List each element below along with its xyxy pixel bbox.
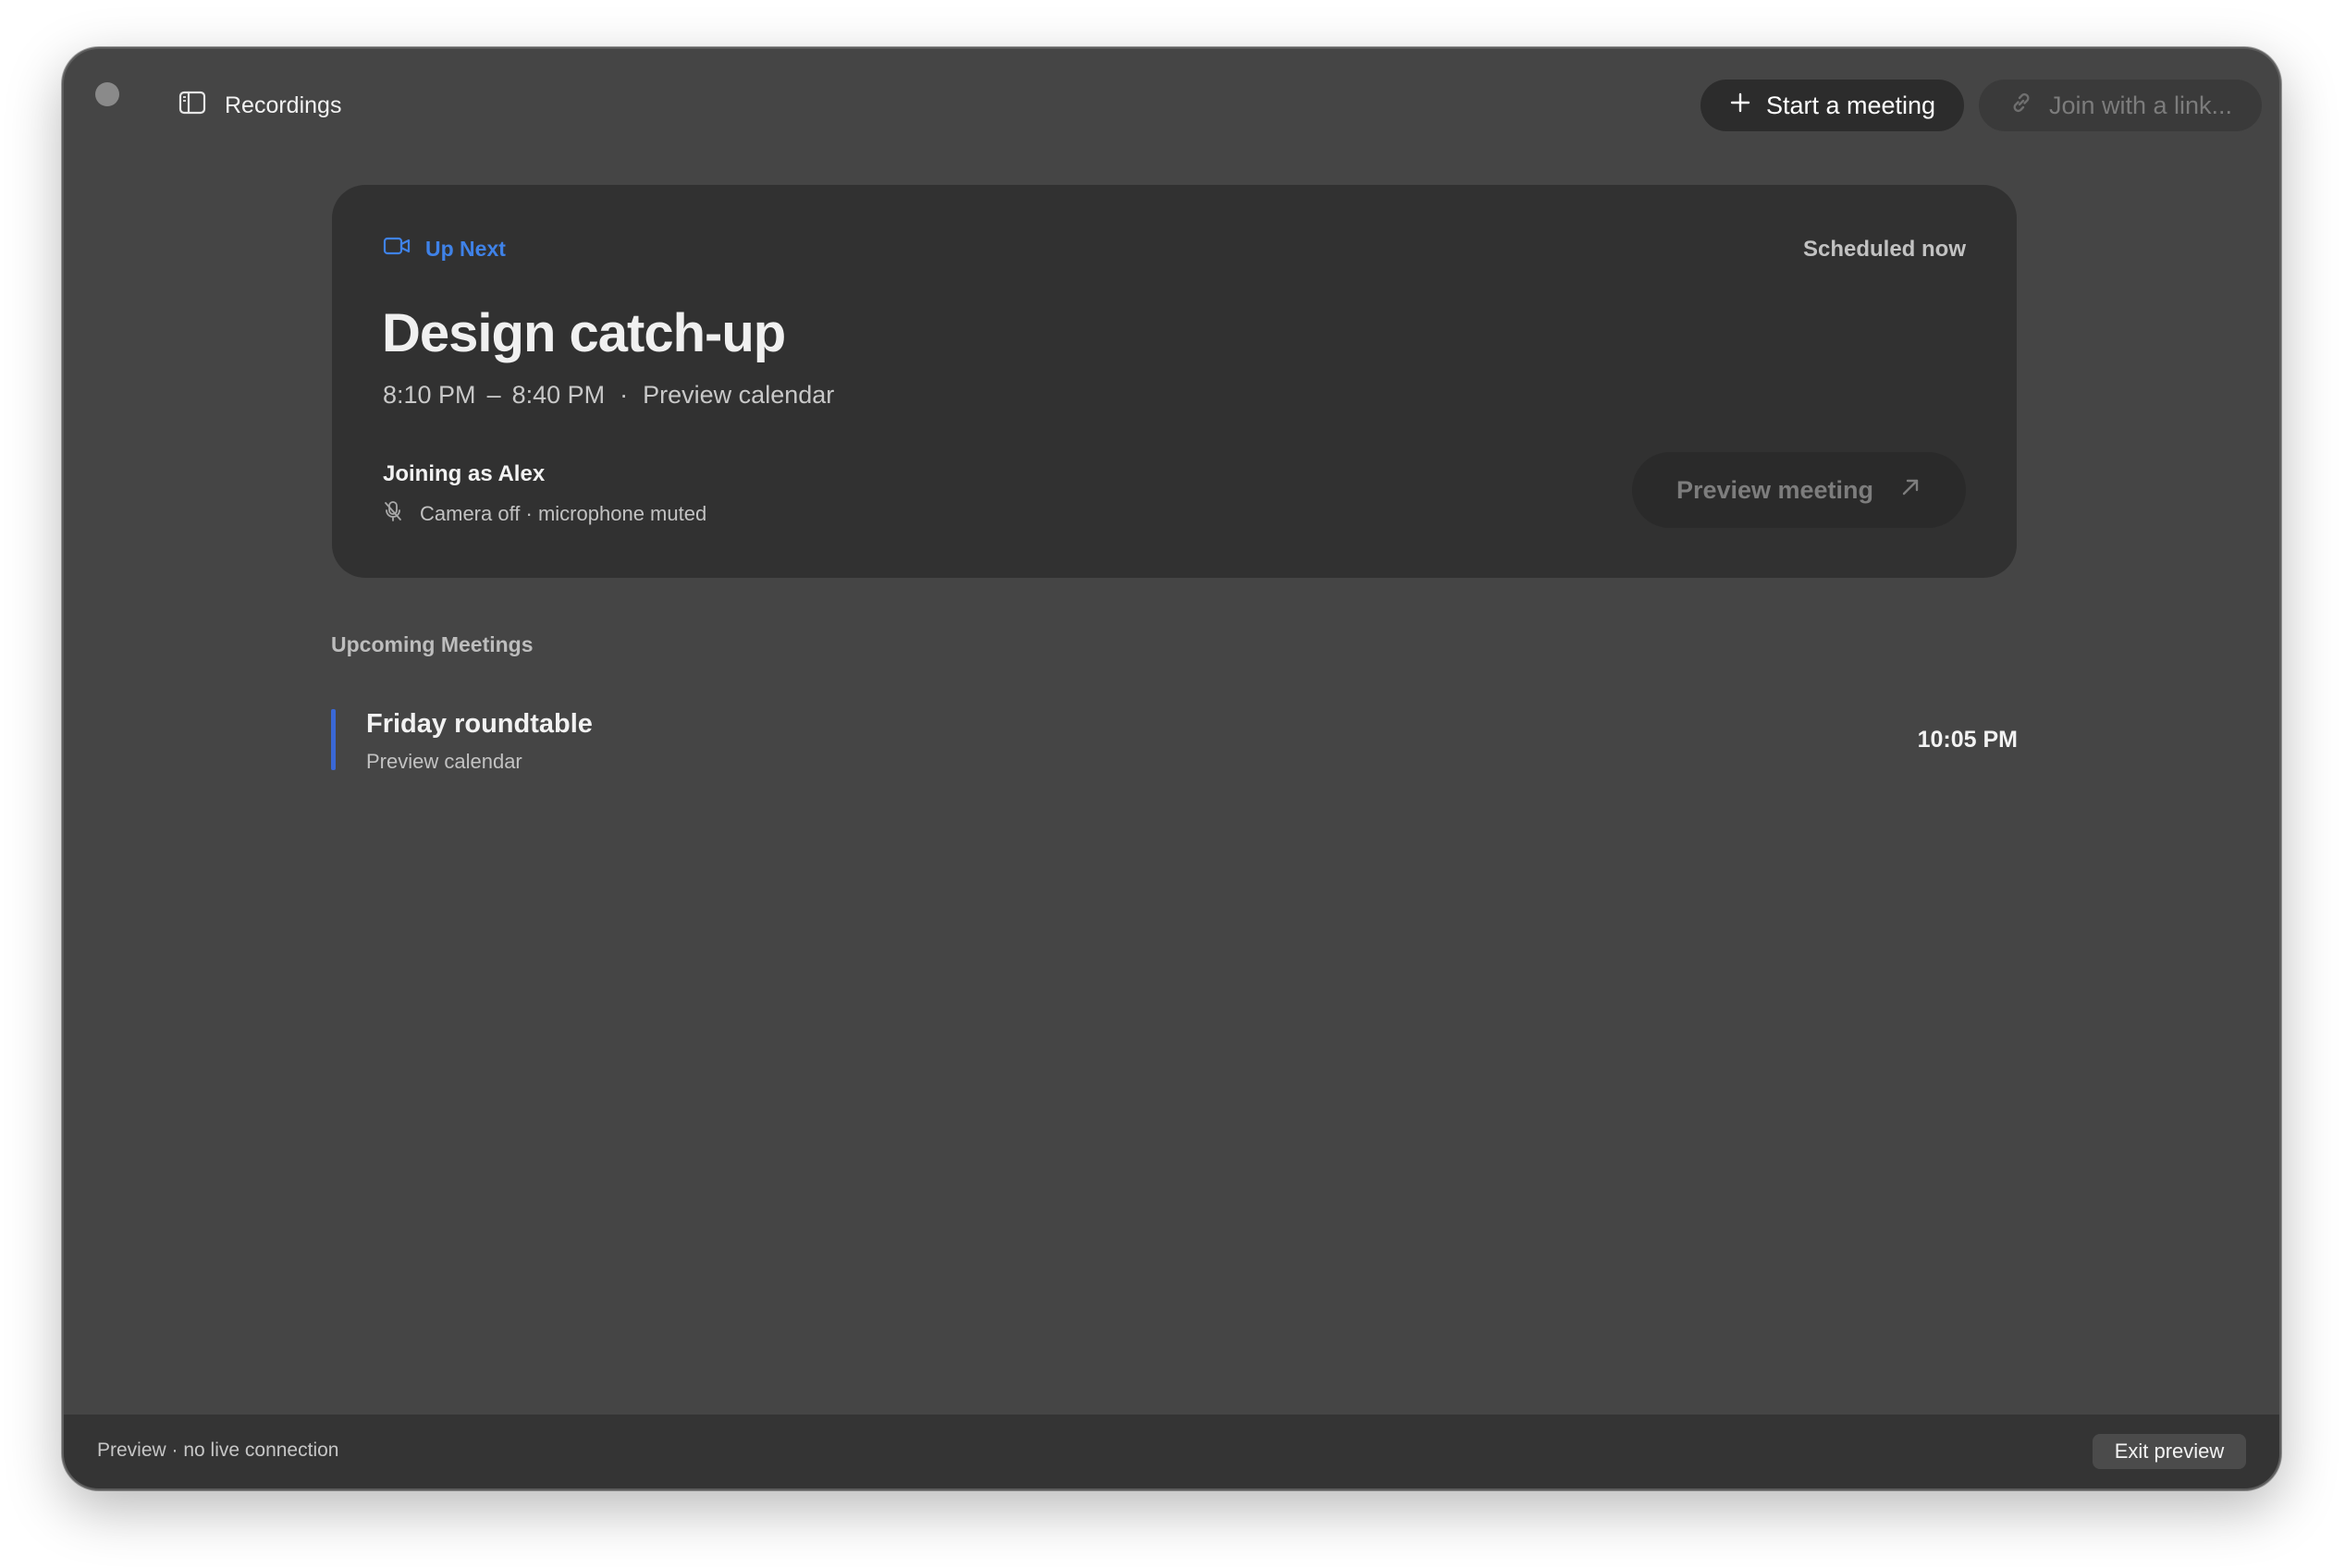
join-with-link-button[interactable]: Join with a link... <box>1979 80 2262 131</box>
meeting-calendar: Preview calendar <box>643 381 835 409</box>
calendar-color-bar <box>331 709 336 770</box>
upcoming-meeting-name: Friday roundtable <box>366 709 593 739</box>
up-next-label: Up Next <box>383 236 506 262</box>
window-close-control[interactable] <box>95 82 119 106</box>
sidebar-icon <box>178 91 206 121</box>
app-window: Recordings Start a meeting Join with a l… <box>62 47 2281 1490</box>
up-next-text: Up Next <box>425 236 506 261</box>
preview-status: Preview · no live connection <box>97 1439 339 1461</box>
scheduled-status: Scheduled now <box>1802 237 1966 262</box>
device-status: Camera off · microphone muted <box>383 500 706 528</box>
preview-meeting-label: Preview meeting <box>1676 475 1874 504</box>
exit-preview-button[interactable]: Exit preview <box>2093 1434 2246 1469</box>
meeting-title: Design catch-up <box>382 303 786 363</box>
video-camera-icon <box>383 236 411 262</box>
footer-bar: Preview · no live connection Exit previe… <box>64 1415 2279 1488</box>
start-meeting-button[interactable]: Start a meeting <box>1700 80 1964 131</box>
up-next-card: Up Next Scheduled now Design catch-up 8:… <box>332 185 2017 578</box>
meta-dot: · <box>620 381 629 409</box>
time-separator: – <box>486 381 501 409</box>
upcoming-meeting-row[interactable]: Friday roundtable Preview calendar 10:05… <box>331 709 2018 773</box>
end-time: 8:40 PM <box>511 381 606 409</box>
meeting-time-range: 8:10 PM – 8:40 PM · Preview calendar <box>383 381 834 410</box>
recordings-label: Recordings <box>225 92 342 118</box>
join-with-link-label: Join with a link... <box>2048 91 2233 119</box>
preview-meeting-button[interactable]: Preview meeting <box>1632 452 1966 528</box>
start-time: 8:10 PM <box>383 381 476 409</box>
upcoming-meetings-header: Upcoming Meetings <box>331 632 534 656</box>
arrow-up-right-icon <box>1899 476 1921 505</box>
upcoming-meeting-calendar: Preview calendar <box>366 750 522 773</box>
recordings-button[interactable]: Recordings <box>178 86 341 125</box>
start-meeting-label: Start a meeting <box>1765 91 1936 119</box>
upcoming-meeting-time: 10:05 PM <box>1917 727 2018 753</box>
device-status-text: Camera off · microphone muted <box>420 502 707 525</box>
link-icon <box>2008 90 2034 122</box>
joining-as: Joining as Alex <box>383 461 546 486</box>
plus-icon <box>1729 92 1751 120</box>
microphone-off-icon <box>383 500 403 528</box>
